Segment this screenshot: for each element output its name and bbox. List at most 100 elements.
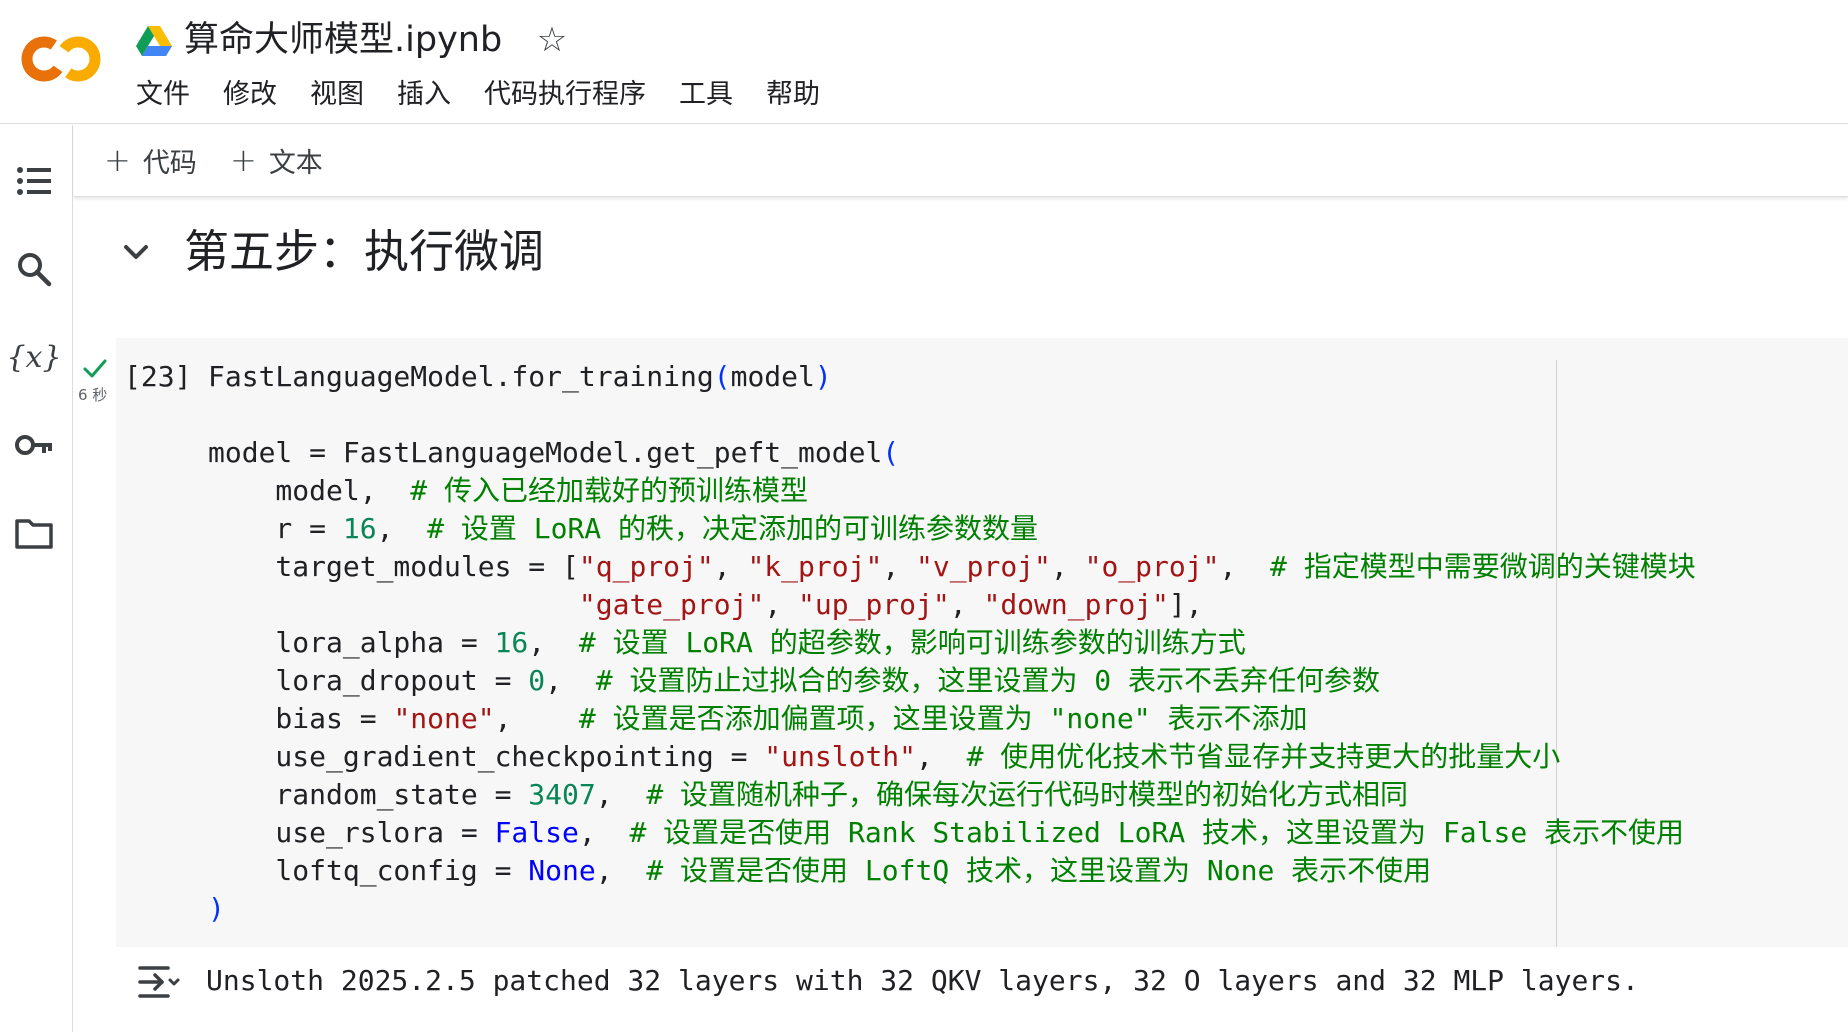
code-token: ,: [578, 816, 630, 849]
code-token: use_gradient_checkpointing =: [208, 740, 765, 773]
code-token-string: "none": [393, 702, 495, 735]
code-token-comment: # 设置是否添加偏置项，这里设置为 "none" 表示不添加: [578, 702, 1308, 735]
code-token-comment: # 使用优化技术节省显存并支持更大的批量大小: [966, 740, 1561, 773]
plus-icon: +: [104, 141, 131, 179]
plus-icon: +: [230, 141, 257, 179]
add-code-label: 代码: [142, 147, 197, 179]
code-token-string: "up_proj": [798, 588, 950, 621]
code-line: random_state = 3407, # 设置随机种子，确保每次运行代码时模…: [208, 776, 1696, 814]
code-token: r =: [208, 512, 343, 545]
menu-view[interactable]: 视图: [310, 75, 364, 115]
code-token-number: 0: [528, 664, 546, 697]
section-heading: 第五步：执行微调: [184, 225, 545, 278]
code-token-comment: # 设置 LoRA 的超参数，影响可训练参数的训练方式: [578, 626, 1246, 659]
code-token-string: "v_proj": [916, 550, 1051, 583]
code-token: ,: [595, 778, 647, 811]
chevron-down-icon[interactable]: [118, 234, 154, 270]
code-line: lora_dropout = 0, # 设置防止过拟合的参数，这里设置为 0 表…: [208, 662, 1696, 700]
menu-file[interactable]: 文件: [136, 75, 190, 115]
code-token-keyword: False: [494, 816, 579, 849]
table-of-contents-icon[interactable]: [10, 157, 58, 205]
code-token-comment: # 设置是否使用 Rank Stabilized LoRA 技术，这里设置为 F…: [629, 816, 1685, 849]
code-token: ],: [1168, 588, 1203, 621]
code-token: model = FastLanguageModel.get_peft_model: [208, 436, 883, 469]
search-icon[interactable]: [10, 245, 58, 293]
code-line: "gate_proj", "up_proj", "down_proj"],: [208, 586, 1696, 624]
code-token: lora_dropout =: [208, 664, 529, 697]
code-token-comment: # 指定模型中需要微调的关键模块: [1270, 550, 1696, 583]
code-token-paren: ): [814, 360, 832, 393]
code-token: lora_alpha =: [208, 626, 495, 659]
code-token: model,: [208, 474, 411, 507]
code-token-comment: # 设置防止过拟合的参数，这里设置为 0 表示不丢弃任何参数: [595, 664, 1381, 697]
add-text-label: 文本: [268, 147, 323, 179]
code-token: ,: [882, 550, 917, 583]
variables-icon[interactable]: {x}: [6, 333, 61, 381]
menu-edit[interactable]: 修改: [223, 75, 277, 115]
code-token: ,: [713, 550, 748, 583]
cell-output: Unsloth 2025.2.5 patched 32 layers with …: [206, 964, 1639, 997]
code-line: model = FastLanguageModel.get_peft_model…: [208, 434, 1696, 472]
menu-insert[interactable]: 插入: [397, 75, 451, 115]
colab-logo[interactable]: [20, 34, 102, 84]
menu-bar: 文件 修改 视图 插入 代码执行程序 工具 帮助: [136, 74, 853, 116]
code-editor[interactable]: FastLanguageModel.for_training(model) mo…: [208, 358, 1696, 928]
add-code-button[interactable]: + 代码: [104, 139, 197, 181]
code-token: ,: [764, 588, 799, 621]
code-token: bias =: [208, 702, 394, 735]
code-token-comment: # 设置是否使用 LoftQ 技术，这里设置为 None 表示不使用: [646, 854, 1432, 887]
code-token: ,: [494, 702, 579, 735]
code-token: ,: [949, 588, 984, 621]
code-token-paren: (: [882, 436, 900, 469]
menu-help[interactable]: 帮助: [766, 75, 820, 115]
code-token-string: "k_proj": [747, 550, 883, 583]
code-line: ): [208, 890, 1696, 928]
code-token-comment: # 传入已经加载好的预训练模型: [410, 474, 809, 507]
key-icon[interactable]: [10, 421, 58, 469]
code-token-string: "q_proj": [578, 550, 714, 583]
app-header: 算命大师模型.ipynb ☆ 文件 修改 视图 插入 代码执行程序 工具 帮助: [0, 0, 1848, 124]
code-token: random_state =: [208, 778, 529, 811]
code-token: ,: [545, 664, 596, 697]
code-token: FastLanguageModel.for_training: [208, 360, 714, 393]
code-token: ,: [528, 626, 579, 659]
code-token: model: [730, 360, 815, 393]
code-token-string: "down_proj": [983, 588, 1169, 621]
code-token: ,: [376, 512, 428, 545]
code-token-number: 16: [342, 512, 377, 545]
add-text-button[interactable]: + 文本: [230, 139, 323, 181]
check-icon[interactable]: [82, 357, 108, 379]
folder-icon[interactable]: [10, 509, 58, 557]
code-token-paren: ): [208, 892, 225, 925]
code-token: ,: [595, 854, 647, 887]
code-line: use_rslora = False, # 设置是否使用 Rank Stabil…: [208, 814, 1696, 852]
menu-tools[interactable]: 工具: [679, 75, 733, 115]
execution-count: [23]: [124, 360, 192, 393]
code-line: use_gradient_checkpointing = "unsloth", …: [208, 738, 1696, 776]
code-line: target_modules = ["q_proj", "k_proj", "v…: [208, 548, 1696, 586]
star-icon[interactable]: ☆: [534, 20, 570, 60]
output-toggle-icon[interactable]: [136, 964, 180, 1000]
code-token: ,: [1219, 550, 1271, 583]
notebook-toolbar: + 代码 + 文本: [74, 125, 1848, 197]
code-token-comment: # 设置随机种子，确保每次运行代码时模型的初始化方式相同: [646, 778, 1409, 811]
google-drive-icon[interactable]: [136, 24, 172, 56]
code-token-string: "gate_proj": [578, 588, 765, 621]
code-token-number: 3407: [528, 778, 596, 811]
code-token: ,: [1050, 550, 1085, 583]
code-token-keyword: None: [528, 854, 596, 887]
code-token-string: "o_proj": [1084, 550, 1220, 583]
code-line: bias = "none", # 设置是否添加偏置项，这里设置为 "none" …: [208, 700, 1696, 738]
code-line: lora_alpha = 16, # 设置 LoRA 的超参数，影响可训练参数的…: [208, 624, 1696, 662]
left-sidebar: {x}: [0, 125, 73, 1032]
notebook-title[interactable]: 算命大师模型.ipynb: [184, 16, 502, 64]
code-token-paren: (: [713, 360, 731, 393]
code-line: r = 16, # 设置 LoRA 的秩，决定添加的可训练参数数量: [208, 510, 1696, 548]
menu-runtime[interactable]: 代码执行程序: [484, 75, 646, 115]
code-token: loftq_config =: [208, 854, 529, 887]
code-line: loftq_config = None, # 设置是否使用 LoftQ 技术，这…: [208, 852, 1696, 890]
code-token: ,: [916, 740, 967, 773]
code-token: target_modules = [: [208, 550, 579, 583]
